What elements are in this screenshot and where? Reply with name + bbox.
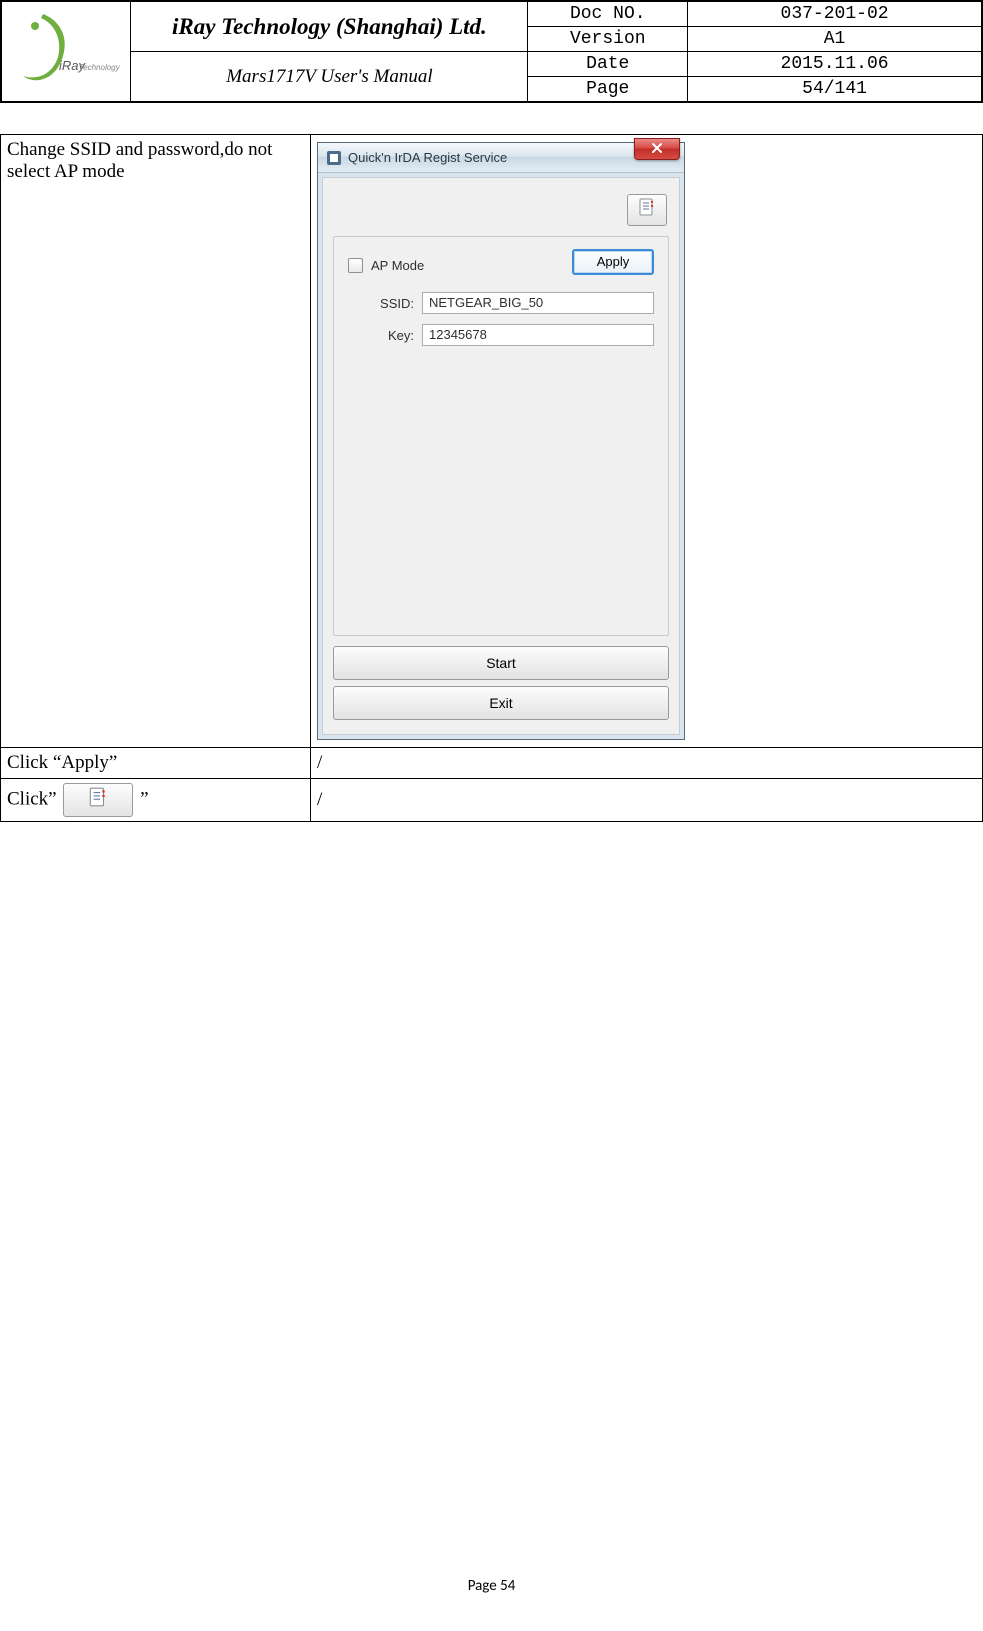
ssid-label: SSID: [364,296,414,311]
page-header: iRay Technology iRay Technology (Shangha… [0,0,983,103]
close-icon [651,138,663,160]
apply-button[interactable]: Apply [572,249,654,275]
doc-no-value: 037-201-02 [688,1,982,27]
version-value: A1 [688,27,982,52]
page-footer: Page 54 [0,1577,983,1595]
page-value: 54/141 [688,77,982,103]
start-button[interactable]: Start [333,646,669,680]
exit-button[interactable]: Exit [333,686,669,720]
step-click-apply: Click “Apply” [1,748,311,779]
date-value: 2015.11.06 [688,52,982,77]
document-list-icon [637,197,657,223]
iray-logo: iRay Technology [11,6,121,92]
dialog-titlebar: Quick'n IrDA Regist Service [318,143,684,173]
inline-log-button [63,783,133,817]
ap-mode-label: AP Mode [371,258,424,273]
manual-title: Mars1717V User's Manual [131,52,528,103]
step-click-apply-result: / [311,748,983,779]
click-prefix: Click” [7,788,57,809]
step-click-logbtn: Click” ” [1,779,311,822]
ap-mode-checkbox[interactable] [348,258,363,273]
click-suffix: ” [140,788,148,809]
settings-group: AP Mode Apply SSID: NETGEAR_BIG_50 Key: … [333,236,669,636]
log-button[interactable] [627,194,667,226]
doc-no-label: Doc NO. [528,1,688,27]
step-description: Change SSID and password,do not select A… [1,135,311,748]
instructions-table: Change SSID and password,do not select A… [0,134,983,822]
document-list-icon [87,786,109,814]
company-name: iRay Technology (Shanghai) Ltd. [131,1,528,52]
regist-service-dialog: Quick'n IrDA Regist Service [317,142,685,740]
version-label: Version [528,27,688,52]
key-label: Key: [364,328,414,343]
step-screenshot-cell: Quick'n IrDA Regist Service [311,135,983,748]
app-icon [326,150,342,166]
ssid-input[interactable]: NETGEAR_BIG_50 [422,292,654,314]
page-label: Page [528,77,688,103]
key-input[interactable]: 12345678 [422,324,654,346]
logo-cell: iRay Technology [1,1,131,102]
step-click-logbtn-result: / [311,779,983,822]
svg-text:Technology: Technology [79,63,121,72]
close-button[interactable] [634,138,680,160]
dialog-title: Quick'n IrDA Regist Service [348,150,507,165]
date-label: Date [528,52,688,77]
